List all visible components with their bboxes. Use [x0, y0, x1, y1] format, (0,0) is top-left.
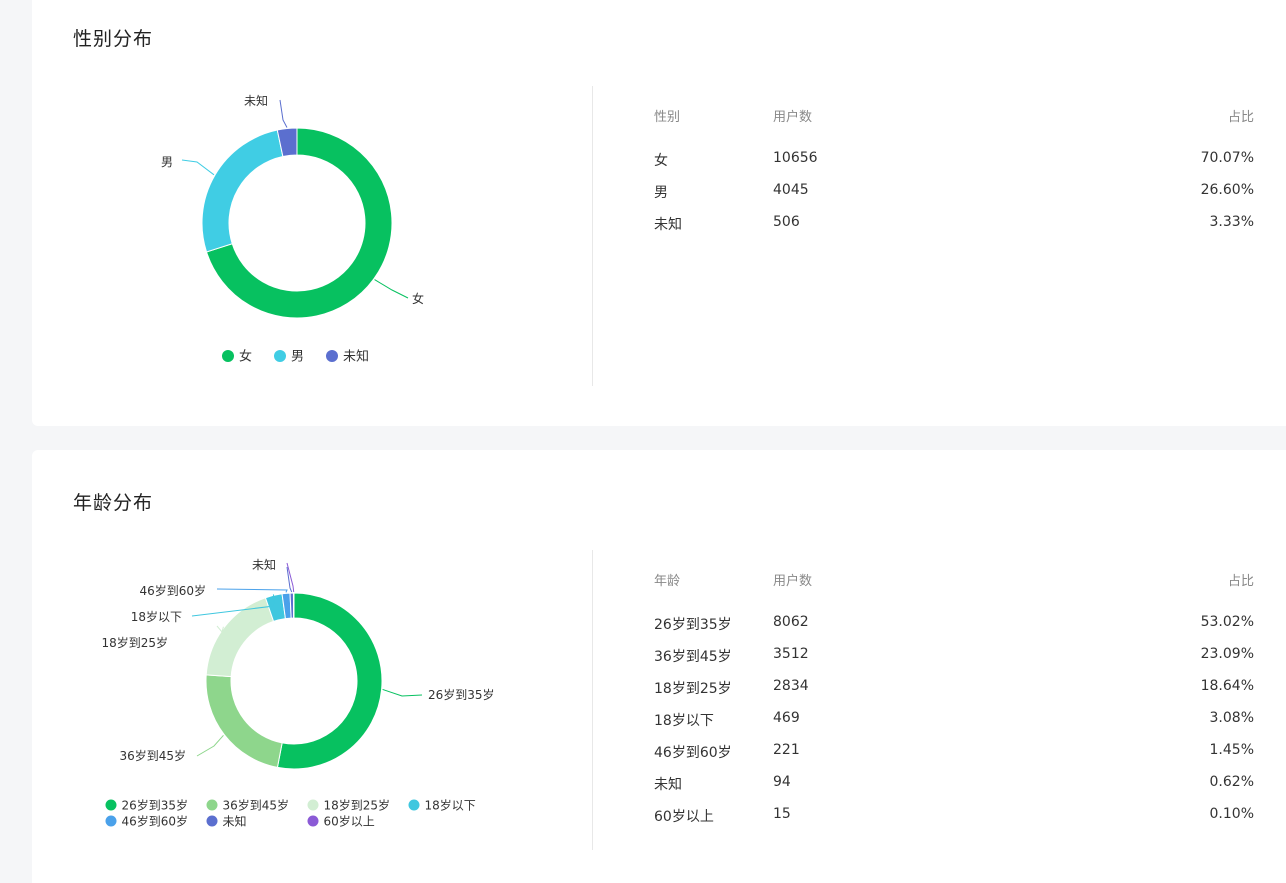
- age-legend-label[interactable]: 未知: [223, 815, 247, 829]
- age-row-label: 18岁以下: [654, 713, 714, 729]
- age-legend-label[interactable]: 46岁到60岁: [122, 814, 189, 829]
- age-th-label: 年龄: [654, 574, 681, 589]
- gender-row-label: 男: [654, 185, 668, 201]
- age-row-label: 36岁到45岁: [654, 649, 732, 665]
- gender-row-count: 506: [773, 214, 800, 230]
- age-row-pct: 3.08%: [1209, 710, 1254, 726]
- gender-leader-line: [374, 279, 409, 299]
- age-slice[interactable]: [205, 674, 283, 769]
- age-legend-dot[interactable]: [206, 815, 218, 827]
- gender-table-row: 未知 506 3.33%: [654, 214, 1254, 234]
- gender-row-label: 女: [654, 153, 668, 169]
- age-row-count: 221: [773, 742, 800, 758]
- age-row-count: 8062: [773, 614, 809, 630]
- age-legend-label[interactable]: 18岁以下: [425, 798, 476, 813]
- age-legend-dot[interactable]: [105, 799, 117, 811]
- age-legend-label[interactable]: 60岁以上: [324, 814, 375, 829]
- age-slice-label: 26岁到35岁: [428, 687, 495, 702]
- gender-table-row: 男 4045 26.60%: [654, 182, 1254, 202]
- gender-donut-chart: 女男未知女男未知: [161, 94, 424, 365]
- gender-th-pct: 占比: [1227, 110, 1254, 125]
- age-row-label: 60岁以上: [654, 809, 714, 825]
- age-row-pct: 0.62%: [1209, 774, 1254, 790]
- age-legend-label[interactable]: 36岁到45岁: [223, 798, 290, 813]
- age-row-pct: 53.02%: [1200, 614, 1254, 630]
- age-table-row: 46岁到60岁 221 1.45%: [654, 742, 1254, 762]
- age-row-count: 3512: [773, 646, 809, 662]
- gender-legend-dot[interactable]: [326, 350, 338, 362]
- age-slice-label: 18岁到25岁: [101, 635, 168, 650]
- gender-row-label: 未知: [654, 217, 682, 233]
- age-slice[interactable]: [205, 597, 275, 678]
- age-row-pct: 23.09%: [1200, 646, 1254, 662]
- age-table-row: 未知 94 0.62%: [654, 774, 1254, 794]
- age-legend-dot[interactable]: [307, 815, 319, 827]
- age-row-count: 469: [773, 710, 800, 726]
- age-row-label: 18岁到25岁: [654, 681, 732, 697]
- gender-row-count: 10656: [773, 150, 818, 166]
- gender-row-pct: 3.33%: [1209, 214, 1254, 230]
- gender-legend-label[interactable]: 女: [239, 349, 252, 365]
- age-divider: [592, 550, 593, 850]
- gender-legend-label[interactable]: 男: [291, 350, 304, 365]
- age-leader-line: [382, 688, 423, 697]
- age-leader-line: [196, 734, 224, 757]
- age-row-pct: 18.64%: [1200, 678, 1254, 694]
- age-row-pct: 0.10%: [1209, 806, 1254, 822]
- age-card: 年龄分布 26岁到35岁 36岁到45岁 18岁到25岁 18岁以下 46岁到60岁 未知…: [32, 450, 1286, 883]
- age-legend-dot[interactable]: [307, 799, 319, 811]
- gender-th-label: 性别: [654, 110, 681, 125]
- gender-slice-label: 未知: [244, 94, 268, 108]
- gender-legend-label[interactable]: 未知: [343, 349, 369, 365]
- gender-th-count: 用户数: [773, 110, 813, 125]
- age-slice-label: 36岁到45岁: [119, 748, 186, 763]
- age-th-pct: 占比: [1227, 574, 1254, 589]
- age-row-label: 未知: [654, 777, 682, 793]
- age-table-row: 18岁以下 469 3.08%: [654, 710, 1254, 730]
- age-table-row: 60岁以上 15 0.10%: [654, 806, 1254, 826]
- age-slice-label: 未知: [252, 558, 276, 572]
- age-slice-label: 46岁到60岁: [139, 583, 206, 598]
- age-legend-label[interactable]: 18岁到25岁: [324, 798, 391, 813]
- age-slice[interactable]: [292, 592, 295, 619]
- age-row-label: 46岁到60岁: [654, 745, 732, 761]
- gender-card: 性别分布 女男未知女男未知 性别 用户数 占比 女 10656 70.07% 男 404…: [32, 0, 1286, 426]
- age-legend-dot[interactable]: [408, 799, 420, 811]
- age-leader-line: [216, 625, 224, 634]
- age-table-row: 26岁到35岁 8062 53.02%: [654, 614, 1254, 634]
- age-legend-label[interactable]: 26岁到35岁: [122, 798, 189, 813]
- gender-leader-line: [279, 99, 288, 128]
- gender-divider: [592, 86, 593, 386]
- gender-slice-label: 男: [161, 155, 173, 169]
- gender-legend-dot[interactable]: [274, 350, 286, 362]
- age-table-row: 18岁到25岁 2834 18.64%: [654, 678, 1254, 698]
- gender-slice-label: 女: [412, 291, 424, 306]
- age-table-row: 36岁到45岁 3512 23.09%: [654, 646, 1254, 666]
- gender-legend-dot[interactable]: [222, 350, 234, 362]
- age-row-label: 26岁到35岁: [654, 617, 732, 633]
- age-slice-label: 18岁以下: [131, 609, 182, 624]
- gender-leader-line: [181, 159, 215, 176]
- age-th-count: 用户数: [773, 574, 813, 589]
- age-row-count: 94: [773, 774, 791, 790]
- gender-row-count: 4045: [773, 182, 809, 198]
- age-row-count: 2834: [773, 678, 809, 694]
- age-row-pct: 1.45%: [1209, 742, 1254, 758]
- age-leader-line: [216, 588, 288, 593]
- age-legend-dot[interactable]: [105, 815, 117, 827]
- gender-slice[interactable]: [201, 129, 284, 253]
- age-donut-chart: 26岁到35岁36岁到45岁18岁到25岁18岁以下46岁到60岁未知26岁到3…: [101, 558, 495, 829]
- gender-table-row: 女 10656 70.07%: [654, 150, 1254, 170]
- age-slice[interactable]: [276, 592, 383, 770]
- age-legend-dot[interactable]: [206, 799, 218, 811]
- age-row-count: 15: [773, 806, 791, 822]
- gender-row-pct: 70.07%: [1200, 150, 1254, 166]
- gender-row-pct: 26.60%: [1200, 182, 1254, 198]
